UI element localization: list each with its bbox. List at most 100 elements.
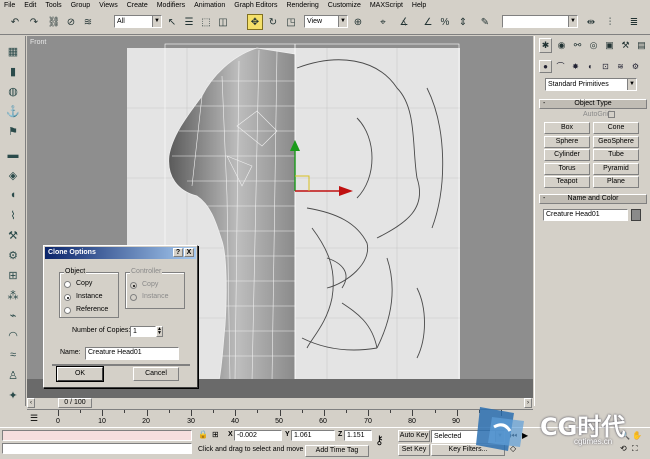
- cameras-icon[interactable]: ◐: [584, 60, 597, 73]
- lights-icon[interactable]: ✸: [569, 60, 582, 73]
- cancel-button[interactable]: Cancel: [133, 367, 179, 381]
- lock-icon[interactable]: 🔒: [198, 430, 208, 439]
- z-coordinate-input[interactable]: 1.151: [344, 430, 372, 441]
- track-bar[interactable]: ☰ 0 10 20 30 40 50 60 70 80 90: [27, 409, 533, 426]
- maxscript-listener[interactable]: [2, 430, 192, 441]
- cone-button[interactable]: Cone: [593, 122, 639, 134]
- tool-spacewarp-icon[interactable]: ⌁: [4, 306, 22, 324]
- selection-filter-dropdown[interactable]: All ▼: [114, 15, 162, 28]
- display-tab-icon[interactable]: ▣: [603, 38, 616, 53]
- create-box-icon[interactable]: ▦: [4, 42, 22, 60]
- select-manipulate-icon[interactable]: ⌖: [375, 14, 391, 30]
- spacewarps-icon[interactable]: ≋: [614, 60, 627, 73]
- tool-gear-icon[interactable]: ⚙: [4, 246, 22, 264]
- time-slider-thumb[interactable]: 0 / 100: [58, 398, 92, 408]
- maxscript-input[interactable]: [2, 443, 192, 454]
- tool-shape-icon[interactable]: ◖: [4, 186, 22, 204]
- object-color-swatch[interactable]: [631, 209, 641, 221]
- shapes-icon[interactable]: ⌒: [554, 60, 567, 73]
- menu-animation[interactable]: Animation: [194, 0, 225, 11]
- tool-wrench-icon[interactable]: ⚒: [4, 226, 22, 244]
- viewport-label[interactable]: Front: [30, 39, 46, 46]
- autogrid-checkbox[interactable]: [608, 111, 615, 118]
- layer-manager-icon[interactable]: ≣: [626, 14, 642, 30]
- pyramid-button[interactable]: Pyramid: [593, 163, 639, 175]
- tool-particle-icon[interactable]: ⁂: [4, 286, 22, 304]
- menu-group[interactable]: Group: [71, 0, 90, 11]
- window-crossing-icon[interactable]: ◫: [215, 14, 231, 30]
- tool-bend-icon[interactable]: ◠: [4, 326, 22, 344]
- auto-key-button[interactable]: Auto Key: [398, 430, 430, 442]
- link-icon[interactable]: ⛓: [46, 14, 62, 30]
- extra-tab-icon[interactable]: ▤: [635, 38, 648, 53]
- menu-graph-editors[interactable]: Graph Editors: [234, 0, 277, 11]
- geosphere-button[interactable]: GeoSphere: [593, 136, 639, 148]
- time-slider[interactable]: 0 / 100 ‹ ›: [27, 398, 533, 409]
- copies-input[interactable]: 1: [130, 326, 156, 337]
- select-and-rotate-icon[interactable]: ↻: [265, 14, 281, 30]
- create-camera-icon[interactable]: ⚑: [4, 122, 22, 140]
- slider-left-icon[interactable]: ‹: [27, 398, 35, 408]
- radio-copy[interactable]: [64, 281, 71, 288]
- percent-snap-icon[interactable]: %: [437, 14, 453, 30]
- select-and-scale-icon[interactable]: ◳: [283, 14, 299, 30]
- unlink-icon[interactable]: ⊘: [63, 14, 79, 30]
- menu-tools[interactable]: Tools: [45, 0, 61, 11]
- clone-name-input[interactable]: Creature Head01: [85, 347, 179, 360]
- tool-bone-icon[interactable]: ⌇: [4, 206, 22, 224]
- menu-edit[interactable]: Edit: [24, 0, 36, 11]
- transform-mode-icon[interactable]: ⊞: [212, 430, 219, 439]
- select-by-name-icon[interactable]: ☰: [181, 14, 197, 30]
- dialog-title-bar[interactable]: Clone Options ? X: [45, 247, 196, 259]
- set-key-button[interactable]: Set Key: [398, 444, 430, 456]
- align-icon[interactable]: ⫶: [602, 14, 618, 30]
- menu-views[interactable]: Views: [99, 0, 118, 11]
- menu-create[interactable]: Create: [127, 0, 148, 11]
- create-plane-icon[interactable]: ▬: [4, 146, 22, 164]
- menu-customize[interactable]: Customize: [328, 0, 361, 11]
- select-and-move-icon[interactable]: ✥: [247, 14, 263, 30]
- close-icon[interactable]: X: [184, 248, 194, 257]
- named-selection-icon[interactable]: ✎: [477, 14, 493, 30]
- modify-tab-icon[interactable]: ◉: [555, 38, 568, 53]
- torus-button[interactable]: Torus: [544, 163, 590, 175]
- utilities-tab-icon[interactable]: ⚒: [619, 38, 632, 53]
- menu-rendering[interactable]: Rendering: [286, 0, 318, 11]
- add-time-tag-button[interactable]: Add Time Tag: [305, 445, 369, 457]
- geometry-icon[interactable]: ●: [539, 60, 552, 73]
- object-name-input[interactable]: Creature Head01: [543, 209, 628, 221]
- menu-file[interactable]: File: [4, 0, 15, 11]
- ok-button[interactable]: OK: [56, 366, 104, 382]
- named-selection-dropdown[interactable]: ▼: [502, 15, 578, 28]
- create-cylinder-icon[interactable]: ▮: [4, 62, 22, 80]
- trackbar-icon[interactable]: ☰: [30, 413, 38, 424]
- tube-button[interactable]: Tube: [593, 149, 639, 161]
- object-type-rollout[interactable]: - Object Type: [539, 99, 647, 109]
- copies-spinner-icon[interactable]: ▲ ▼: [156, 326, 163, 337]
- menu-help[interactable]: Help: [412, 0, 426, 11]
- mirror-icon[interactable]: ⇹: [583, 14, 599, 30]
- motion-tab-icon[interactable]: ◎: [587, 38, 600, 53]
- plane-button[interactable]: Plane: [593, 176, 639, 188]
- tool-wave-icon[interactable]: ≈: [4, 346, 22, 364]
- hierarchy-tab-icon[interactable]: ⚯: [571, 38, 584, 53]
- radio-instance[interactable]: [64, 294, 71, 301]
- snap-toggle-icon[interactable]: ∡: [396, 14, 412, 30]
- edit-poly-icon[interactable]: ◈: [4, 166, 22, 184]
- box-button[interactable]: Box: [544, 122, 590, 134]
- cylinder-button[interactable]: Cylinder: [544, 149, 590, 161]
- select-object-icon[interactable]: ↖: [164, 14, 180, 30]
- radio-reference[interactable]: [64, 307, 71, 314]
- bind-spacewarp-icon[interactable]: ≋: [80, 14, 96, 30]
- tool-render-icon[interactable]: ✦: [4, 386, 22, 404]
- tool-biped-icon[interactable]: ♙: [4, 366, 22, 384]
- helpers-icon[interactable]: ⊡: [599, 60, 612, 73]
- systems-icon[interactable]: ⚙: [629, 60, 642, 73]
- spinner-snap-icon[interactable]: ⇕: [455, 14, 471, 30]
- name-and-color-rollout[interactable]: - Name and Color: [539, 194, 647, 204]
- sphere-button[interactable]: Sphere: [544, 136, 590, 148]
- teapot-button[interactable]: Teapot: [544, 176, 590, 188]
- category-dropdown[interactable]: Standard Primitives ▼: [545, 78, 637, 91]
- menu-maxscript[interactable]: MAXScript: [370, 0, 403, 11]
- create-light-icon[interactable]: ⚓: [4, 102, 22, 120]
